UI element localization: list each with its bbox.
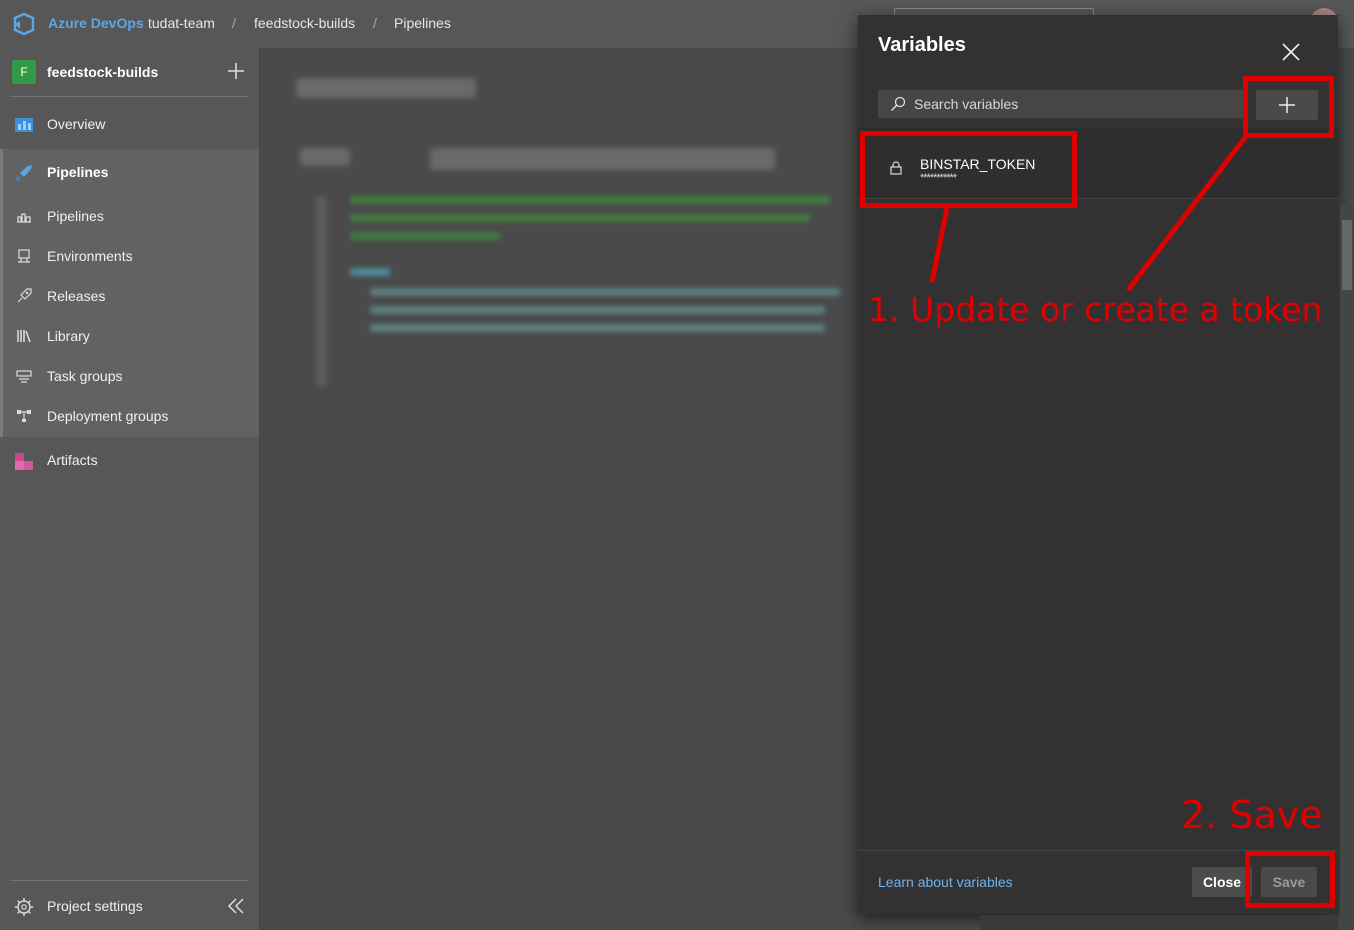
sidebar-item-library[interactable]: Library: [0, 316, 259, 356]
sidebar-item-label: Task groups: [47, 368, 123, 384]
blurred-code-line: [370, 288, 840, 296]
environments-icon: [18, 249, 30, 263]
blurred-code-line: [370, 324, 825, 332]
blurred-title: [296, 78, 476, 98]
panel-title: Variables: [878, 34, 966, 56]
breadcrumb-separator: /: [232, 15, 236, 31]
blurred-branch: [300, 148, 350, 166]
highlight-add-box: [1243, 76, 1334, 138]
horizontal-scrollbar[interactable]: [980, 915, 1338, 930]
deployment-groups-icon: [17, 410, 31, 422]
blurred-gutter: [315, 196, 327, 386]
sidebar-item-overview[interactable]: Overview: [0, 104, 259, 144]
sidebar-item-pipelines-sub[interactable]: Pipelines: [0, 196, 259, 236]
blurred-code-line: [350, 214, 810, 222]
sidebar-item-label: Deployment groups: [47, 408, 169, 424]
blurred-code-line: [350, 196, 830, 204]
search-input[interactable]: [914, 90, 1234, 118]
releases-icon: [17, 288, 32, 303]
sidebar-item-label: Environments: [47, 248, 133, 264]
azure-devops-logo-icon[interactable]: [12, 12, 36, 36]
close-button[interactable]: Close: [1192, 867, 1252, 897]
blurred-editor-area: [260, 48, 860, 930]
project-name[interactable]: feedstock-builds: [47, 64, 158, 80]
breadcrumb-org[interactable]: tudat-team: [148, 15, 215, 31]
sidebar: F feedstock-builds Overview Pipelines Pi…: [0, 48, 260, 930]
scrollbar-thumb[interactable]: [1342, 220, 1352, 290]
breadcrumb-separator: /: [373, 15, 377, 31]
sidebar-item-label: Library: [47, 328, 90, 344]
library-icon: [17, 330, 31, 343]
annotation-step-1: 1. Update or create a token: [868, 290, 1323, 329]
highlight-variable-box: [860, 131, 1077, 208]
blurred-path: [430, 148, 775, 170]
breadcrumb-project[interactable]: feedstock-builds: [254, 15, 355, 31]
sidebar-item-label: Pipelines: [47, 208, 104, 224]
search-icon: [890, 96, 906, 112]
artifacts-icon: [15, 453, 33, 470]
sidebar-item-label: Overview: [47, 116, 106, 132]
project-badge: F: [12, 60, 36, 84]
search-variables-field[interactable]: [878, 90, 1244, 118]
divider: [10, 880, 248, 881]
sidebar-item-releases[interactable]: Releases: [0, 276, 259, 316]
blurred-code-line: [350, 268, 390, 276]
overview-icon: [15, 118, 33, 132]
blurred-code-line: [370, 306, 825, 314]
sidebar-item-label: Releases: [47, 288, 106, 304]
brand-link[interactable]: Azure DevOps: [48, 15, 144, 31]
sidebar-item-environments[interactable]: Environments: [0, 236, 259, 276]
scrollbar[interactable]: [1340, 205, 1354, 930]
sidebar-item-project-settings[interactable]: Project settings: [0, 886, 259, 926]
sidebar-item-artifacts[interactable]: Artifacts: [0, 440, 259, 480]
sidebar-item-deployment-groups[interactable]: Deployment groups: [0, 396, 259, 436]
sidebar-item-label: Project settings: [47, 898, 143, 914]
annotation-step-2: 2. Save: [1181, 793, 1323, 837]
pipeline-sub-icon: [17, 213, 31, 223]
breadcrumb-pipelines[interactable]: Pipelines: [394, 15, 451, 31]
sidebar-item-label: Artifacts: [47, 452, 98, 468]
pipelines-icon: [15, 165, 32, 182]
sidebar-item-pipelines[interactable]: Pipelines: [0, 152, 259, 192]
task-groups-icon: [16, 370, 32, 383]
close-icon[interactable]: [1280, 41, 1302, 63]
highlight-save-box: [1245, 851, 1335, 908]
gear-icon: [15, 898, 33, 916]
sidebar-item-label: Pipelines: [47, 164, 109, 180]
new-item-plus-icon[interactable]: [226, 61, 246, 81]
collapse-chevron-icon[interactable]: [226, 896, 246, 916]
blurred-code-line: [350, 232, 500, 240]
divider: [10, 96, 248, 97]
learn-about-variables-link[interactable]: Learn about variables: [878, 874, 1013, 890]
sidebar-item-task-groups[interactable]: Task groups: [0, 356, 259, 396]
